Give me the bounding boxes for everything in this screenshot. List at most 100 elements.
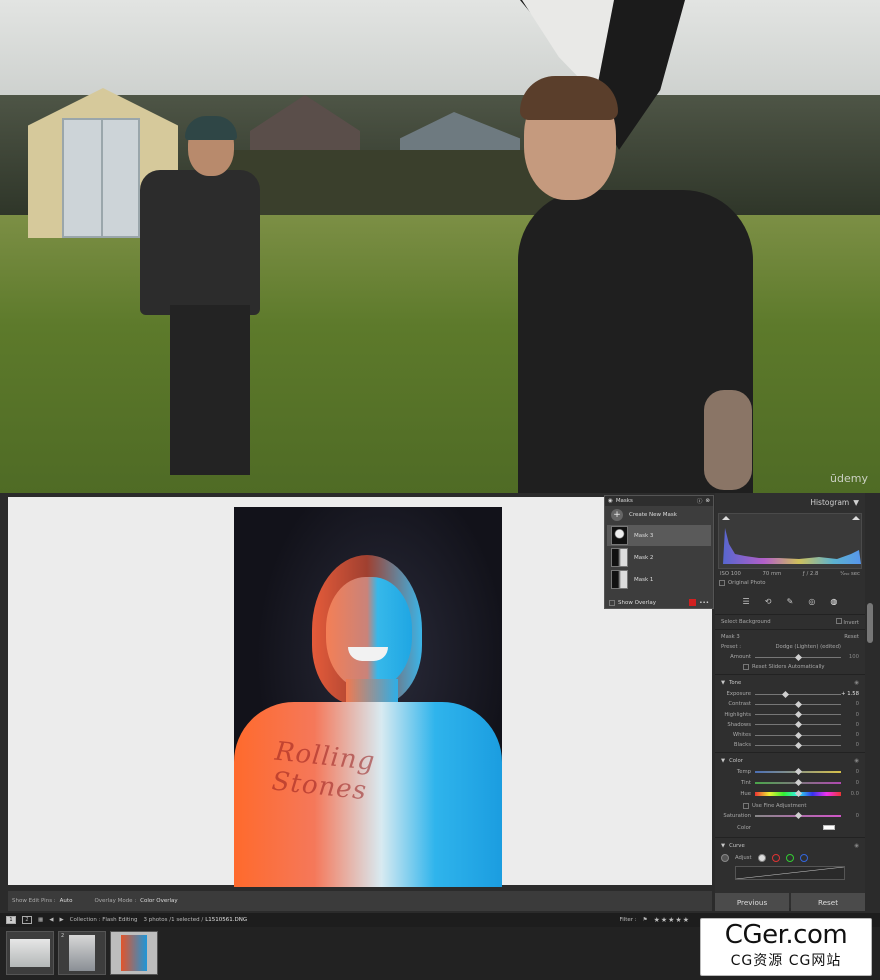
histogram-header[interactable]: Histogram ▼ <box>715 493 865 511</box>
show-overlay-checkbox[interactable] <box>609 599 615 606</box>
slider-value[interactable]: 0 <box>841 712 859 718</box>
mask-item-1[interactable]: Mask 1 <box>607 569 711 590</box>
fine-adjust-row[interactable]: Use Fine Adjustment <box>715 801 865 811</box>
light-slider[interactable] <box>755 741 841 749</box>
show-edit-pins-select[interactable]: Auto <box>60 898 73 904</box>
light-slider-row[interactable]: Shadows 0 <box>715 720 865 730</box>
edit-sliders-icon[interactable]: ☰ <box>743 597 750 606</box>
red-eye-icon[interactable]: ◎ <box>808 597 815 606</box>
flag-filter-icon[interactable]: ⚑ <box>643 917 648 923</box>
slider-knob[interactable] <box>794 768 803 776</box>
light-slider[interactable] <box>755 731 841 739</box>
back-arrow-icon[interactable]: ◀ <box>49 917 53 923</box>
amount-slider[interactable] <box>755 653 841 661</box>
light-slider[interactable] <box>755 711 841 719</box>
edited-photo[interactable]: Rolling Stones <box>234 507 502 887</box>
light-slider-row[interactable]: Highlights 0 <box>715 710 865 720</box>
saturation-value[interactable]: 0 <box>841 813 859 819</box>
fine-adjust-checkbox[interactable] <box>743 802 749 809</box>
slider-knob[interactable] <box>794 731 803 739</box>
slider-knob[interactable] <box>782 690 790 698</box>
slider-value[interactable]: 0 <box>841 742 859 748</box>
color-swatch-row[interactable]: Color <box>715 821 865 835</box>
crop-icon[interactable]: ⟲ <box>765 597 772 606</box>
original-photo-checkbox[interactable] <box>719 580 725 586</box>
light-slider-row[interactable]: Blacks 0 <box>715 740 865 750</box>
forward-arrow-icon[interactable]: ▶ <box>59 917 63 923</box>
light-slider-row[interactable]: Exposure + 1.58 <box>715 689 865 699</box>
tone-curve-graph[interactable] <box>735 865 845 880</box>
hue-slider[interactable] <box>755 790 841 798</box>
mask-reset-button[interactable]: Reset <box>844 634 859 640</box>
eye-icon[interactable]: ◉ <box>854 758 859 764</box>
amount-value[interactable]: 100 <box>841 654 859 660</box>
light-slider[interactable] <box>755 690 841 698</box>
close-icon[interactable]: ⊗ <box>705 498 710 504</box>
eye-icon[interactable]: ◉ <box>854 680 859 686</box>
star-rating-filter[interactable]: ★★★★★ <box>654 916 690 924</box>
reset-sliders-checkbox[interactable] <box>743 664 749 671</box>
hue-value[interactable]: 0.0 <box>841 791 859 797</box>
tint-slider-row[interactable]: Tint 0 <box>715 778 865 788</box>
histogram[interactable] <box>718 513 862 569</box>
more-icon[interactable]: ••• <box>699 600 709 606</box>
light-slider-row[interactable]: Contrast 0 <box>715 699 865 709</box>
slider-value[interactable]: 0 <box>841 732 859 738</box>
eye-icon[interactable]: ◉ <box>854 843 859 849</box>
filmstrip-thumb[interactable] <box>6 931 54 975</box>
target-adjust-icon[interactable] <box>721 853 729 862</box>
eye-icon[interactable]: ◉ <box>608 498 613 504</box>
slider-value[interactable]: + 1.58 <box>841 691 859 697</box>
slider-knob[interactable] <box>794 811 803 819</box>
hue-slider-row[interactable]: Hue 0.0 <box>715 788 865 801</box>
light-section-header[interactable]: ▼ Tone ◉ <box>715 677 865 689</box>
page-2-button[interactable]: 2 <box>22 916 32 924</box>
slider-value[interactable]: 0 <box>841 722 859 728</box>
mask-item-3[interactable]: Mask 3 <box>607 525 711 546</box>
channel-rgb-icon[interactable] <box>757 853 766 862</box>
slider-knob[interactable] <box>794 741 803 749</box>
saturation-slider[interactable] <box>755 811 841 819</box>
slider-knob[interactable] <box>794 790 803 798</box>
tint-value[interactable]: 0 <box>841 780 859 786</box>
amount-slider-row[interactable]: Amount 100 <box>715 652 865 662</box>
slider-knob[interactable] <box>794 778 803 786</box>
color-section-header[interactable]: ▼ Color ◉ <box>715 755 865 767</box>
temp-slider-row[interactable]: Temp 0 <box>715 767 865 777</box>
slider-knob[interactable] <box>794 721 803 729</box>
overlay-mode-select[interactable]: Color Overlay <box>140 898 178 904</box>
reset-sliders-row[interactable]: Reset Sliders Automatically <box>715 662 865 672</box>
filmstrip-thumb[interactable]: 2 <box>58 931 106 975</box>
slider-knob[interactable] <box>794 653 803 661</box>
help-icon[interactable]: ⓘ <box>697 497 703 505</box>
preset-row[interactable]: Preset : Dodge (Lighten) (edited) <box>715 642 865 652</box>
reset-button[interactable]: Reset <box>791 893 865 911</box>
temp-value[interactable]: 0 <box>841 769 859 775</box>
curve-section-header[interactable]: ▼ Curve ◉ <box>715 840 865 852</box>
panel-scrollbar[interactable] <box>867 603 873 643</box>
channel-blue-icon[interactable] <box>799 853 808 862</box>
overlay-color-swatch[interactable] <box>689 599 697 606</box>
filename[interactable]: L1510561.DNG <box>205 917 247 923</box>
collection-label[interactable]: Collection : Flash Editing <box>70 917 138 923</box>
light-slider[interactable] <box>755 700 841 709</box>
color-swatch[interactable] <box>823 825 835 831</box>
create-new-mask-button[interactable]: + Create New Mask <box>605 506 713 524</box>
slider-knob[interactable] <box>794 711 803 719</box>
masks-panel[interactable]: ◉ Masks ⓘ ⊗ + Create New Mask Mask 3 Mas… <box>604 495 714 609</box>
previous-button[interactable]: Previous <box>715 893 789 911</box>
original-photo-toggle[interactable]: Original Photo <box>715 580 865 586</box>
grid-icon[interactable]: ▦ <box>38 917 43 923</box>
light-slider-row[interactable]: Whites 0 <box>715 730 865 740</box>
temp-slider[interactable] <box>755 768 841 776</box>
channel-green-icon[interactable] <box>785 853 794 862</box>
tint-slider[interactable] <box>755 778 841 786</box>
page-1-button[interactable]: 1 <box>6 916 16 924</box>
slider-value[interactable]: 0 <box>841 701 859 707</box>
invert-toggle[interactable]: Invert <box>835 618 859 626</box>
mask-item-2[interactable]: Mask 2 <box>607 547 711 568</box>
preset-select[interactable]: Dodge (Lighten) (edited) <box>775 644 841 650</box>
saturation-slider-row[interactable]: Saturation 0 <box>715 811 865 821</box>
slider-knob[interactable] <box>794 700 803 709</box>
filmstrip-thumb-selected[interactable] <box>110 931 158 975</box>
